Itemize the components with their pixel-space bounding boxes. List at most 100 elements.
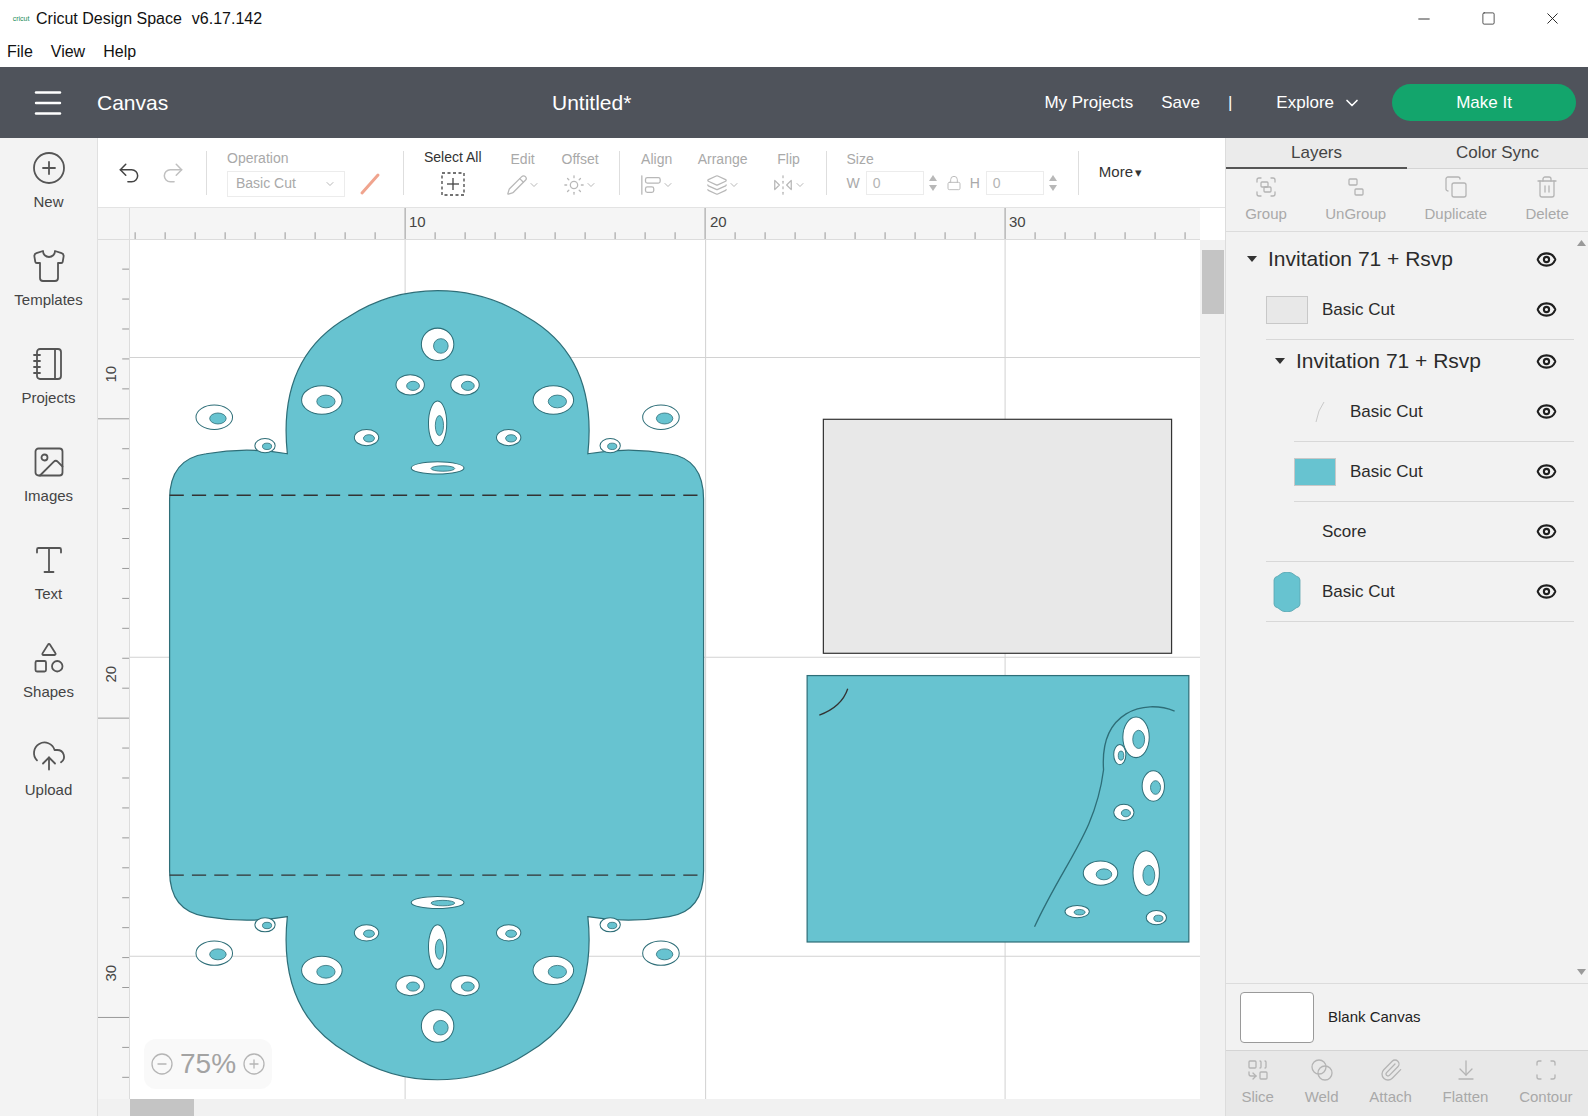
lock-icon[interactable] (946, 175, 962, 191)
sidebar-item[interactable]: Upload (0, 738, 97, 836)
sidebar-item[interactable]: Shapes (0, 640, 97, 738)
visibility-toggle[interactable] (1526, 401, 1566, 422)
sidebar-item[interactable]: Text (0, 542, 97, 640)
layer-row[interactable]: Basic Cut (1266, 562, 1574, 622)
layer-action[interactable]: Delete (1525, 175, 1568, 226)
layer-row[interactable]: Basic Cut (1294, 382, 1574, 442)
rsvp-card[interactable] (807, 676, 1189, 942)
left-sidebar: NewTemplatesProjectsImagesTextShapesUplo… (0, 138, 98, 1116)
caret-down-icon[interactable] (1274, 355, 1286, 367)
toolbar-tool[interactable]: Align (640, 150, 674, 196)
panel-tabs: LayersColor Sync (1226, 138, 1588, 169)
ruler-label: 30 (98, 961, 124, 985)
bottom-action[interactable]: Attach (1369, 1058, 1412, 1109)
rsvp-backing-rect[interactable] (823, 419, 1171, 653)
layer-row[interactable]: Basic Cut (1266, 280, 1574, 340)
spinner-icon[interactable] (928, 173, 938, 193)
pen-color-icon[interactable] (357, 171, 383, 197)
bottom-action[interactable]: Weld (1305, 1058, 1339, 1109)
design-canvas-drawing[interactable] (130, 240, 1200, 1099)
layers-scrollbar[interactable] (1574, 232, 1588, 983)
panel-tab[interactable]: Color Sync (1407, 138, 1588, 169)
vertical-scrollbar[interactable] (1200, 240, 1225, 1099)
toolbar-tool[interactable]: Offset (562, 150, 599, 196)
layer-group-label: Invitation 71 + Rsvp (1268, 243, 1453, 275)
hamburger-icon[interactable] (30, 85, 66, 121)
make-it-button[interactable]: Make It (1392, 84, 1576, 121)
app-window: cricutCricut Design Spacev6.17.142FileVi… (0, 0, 1588, 1116)
zoom-out-icon[interactable] (150, 1052, 174, 1076)
tool-icon (640, 174, 662, 196)
undo-icon[interactable] (116, 160, 142, 186)
ornament-cutout (196, 941, 233, 965)
size-field[interactable]: W0 (847, 171, 938, 195)
scrollbar-thumb[interactable] (130, 1099, 194, 1116)
ruler-label: 10 (98, 362, 124, 386)
scroll-up-icon[interactable] (1577, 240, 1586, 246)
more-button[interactable]: More▾ (1099, 161, 1142, 184)
header-link[interactable]: Save (1161, 90, 1200, 116)
ornament-cutout (451, 375, 479, 395)
maximize-icon (1481, 11, 1496, 26)
ornament-cutout (411, 896, 464, 908)
caret-down-icon[interactable] (1246, 253, 1258, 265)
layer-row[interactable]: Basic Cut (1294, 442, 1574, 502)
corner-cutout (1083, 861, 1118, 885)
visibility-toggle[interactable] (1526, 351, 1566, 372)
sidebar-item[interactable]: New (0, 150, 97, 248)
operation-value: Basic Cut (236, 173, 296, 194)
sidebar-item-icon (31, 542, 67, 578)
panel-tab[interactable]: Layers (1226, 138, 1407, 169)
invitation-shape[interactable] (170, 291, 704, 1080)
sidebar-item[interactable]: Images (0, 444, 97, 542)
layer-row[interactable]: Score (1266, 502, 1574, 562)
visibility-toggle[interactable] (1526, 521, 1566, 542)
menu-item[interactable]: Help (103, 40, 136, 64)
visibility-toggle[interactable] (1526, 461, 1566, 482)
layer-action[interactable]: Duplicate (1425, 175, 1488, 226)
scrollbar-thumb[interactable] (1202, 250, 1224, 314)
canvas-swatch[interactable] (1240, 992, 1314, 1043)
ornament-cutout (428, 925, 446, 970)
bottom-action[interactable]: Flatten (1443, 1058, 1489, 1109)
select-all-button[interactable]: Select All (424, 148, 482, 197)
toolbar-tool[interactable]: Arrange (698, 150, 748, 196)
layer-action[interactable]: Group (1245, 175, 1287, 226)
header-link[interactable]: My Projects (1044, 90, 1133, 116)
ruler-label: 20 (98, 662, 124, 686)
tool-label: Flip (777, 150, 800, 168)
sidebar-item[interactable]: Templates (0, 248, 97, 346)
horizontal-scrollbar[interactable] (98, 1099, 1225, 1116)
eye-icon (1536, 249, 1557, 270)
redo-icon[interactable] (160, 160, 186, 186)
toolbar-tool[interactable]: Edit (506, 150, 540, 196)
size-field[interactable]: H0 (970, 171, 1058, 195)
menu-item[interactable]: View (51, 40, 85, 64)
layer-group-row[interactable]: Invitation 71 + Rsvp (1226, 340, 1574, 382)
visibility-toggle[interactable] (1526, 581, 1566, 602)
spinner-icon[interactable] (1048, 173, 1058, 193)
sidebar-item[interactable]: Projects (0, 346, 97, 444)
explore-dropdown[interactable]: Explore (1276, 90, 1362, 116)
zoom-in-icon[interactable] (242, 1052, 266, 1076)
layer-group-row[interactable]: Invitation 71 + Rsvp (1226, 238, 1574, 280)
sidebar-item-icon (31, 640, 67, 676)
scroll-down-icon[interactable] (1577, 969, 1586, 975)
minimize-button[interactable] (1392, 0, 1456, 37)
maximize-button[interactable] (1456, 0, 1520, 37)
blank-canvas-row[interactable]: Blank Canvas (1226, 983, 1588, 1050)
layer-action-icon (1254, 175, 1278, 199)
ornament-cutout (421, 328, 453, 360)
chevron-icon (1342, 93, 1362, 113)
design-canvas[interactable]: 75% (130, 240, 1200, 1099)
layer-action[interactable]: UnGroup (1325, 175, 1386, 226)
visibility-toggle[interactable] (1526, 299, 1566, 320)
eye-icon (1536, 401, 1557, 422)
visibility-toggle[interactable] (1526, 249, 1566, 270)
bottom-action[interactable]: Contour (1519, 1058, 1572, 1109)
bottom-action[interactable]: Slice (1241, 1058, 1274, 1109)
close-button[interactable] (1520, 0, 1584, 37)
toolbar-tool[interactable]: Flip (772, 150, 806, 196)
operation-control[interactable]: OperationBasic Cut (227, 149, 383, 197)
menu-item[interactable]: File (7, 40, 33, 64)
